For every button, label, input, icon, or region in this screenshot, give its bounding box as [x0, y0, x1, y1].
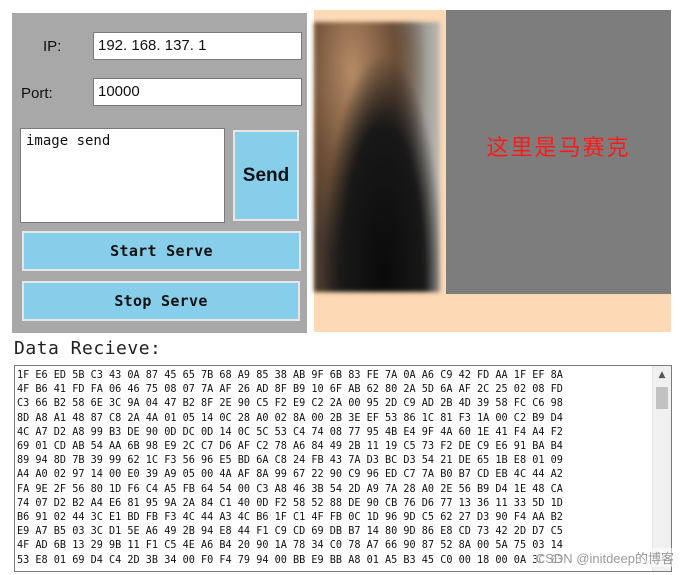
mosaic-label: 这里是马赛克 — [486, 136, 631, 161]
scroll-thumb[interactable] — [656, 387, 668, 409]
vertical-scrollbar[interactable]: ▲ — [652, 366, 671, 571]
start-serve-button[interactable]: Start Serve — [22, 231, 301, 271]
message-textarea[interactable]: image send — [20, 128, 225, 223]
watermark: CSDN @initdeep的博客 — [535, 548, 674, 567]
video-display: 这里是马赛克 — [314, 10, 671, 332]
data-receive-title: Data Recieve: — [14, 338, 162, 359]
camera-image — [314, 22, 440, 292]
data-receive-box[interactable]: 1F E6 ED 5B C3 43 0A 87 45 65 7B 68 A9 8… — [14, 365, 672, 572]
ip-label: IP: — [43, 38, 62, 55]
send-button[interactable]: Send — [233, 130, 299, 221]
stop-serve-button[interactable]: Stop Serve — [22, 281, 300, 321]
scroll-up-icon[interactable]: ▲ — [653, 366, 671, 384]
port-field[interactable]: 10000 — [93, 78, 302, 106]
received-hex-data: 1F E6 ED 5B C3 43 0A 87 45 65 7B 68 A9 8… — [17, 370, 563, 566]
mosaic-area: 这里是马赛克 — [446, 10, 671, 294]
ip-field[interactable]: 192. 168. 137. 1 — [93, 32, 302, 60]
port-label: Port: — [21, 85, 53, 102]
